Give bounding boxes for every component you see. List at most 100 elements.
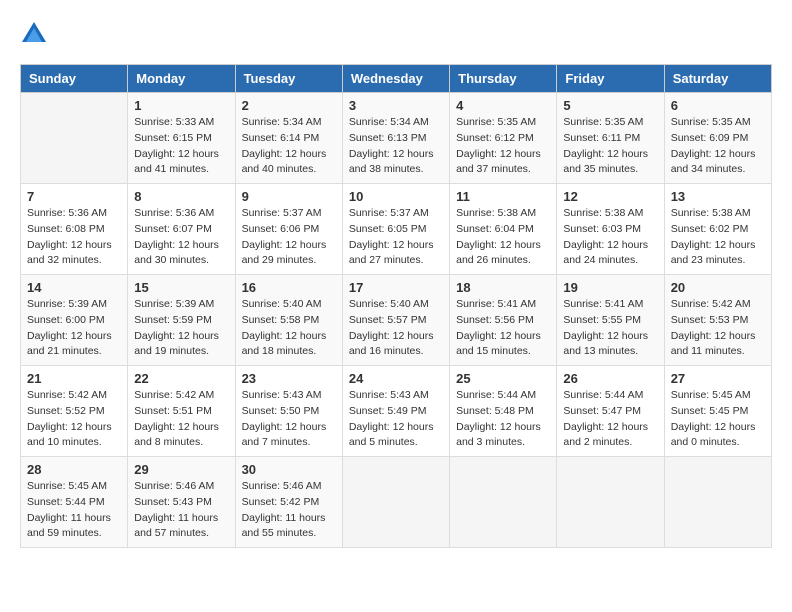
calendar-day-cell (342, 457, 449, 548)
calendar-day-cell: 27 Sunrise: 5:45 AMSunset: 5:45 PMDayligh… (664, 366, 771, 457)
page-header (20, 20, 772, 48)
day-info: Sunrise: 5:39 AMSunset: 6:00 PMDaylight:… (27, 297, 121, 360)
day-info: Sunrise: 5:34 AMSunset: 6:13 PMDaylight:… (349, 115, 443, 178)
calendar-day-cell: 8Sunrise: 5:36 AMSunset: 6:07 PMDaylight… (128, 184, 235, 275)
day-info: Sunrise: 5:44 AMSunset: 5:48 PMDaylight:… (456, 388, 550, 451)
calendar-day-cell: 13 Sunrise: 5:38 AMSunset: 6:02 PMDayligh… (664, 184, 771, 275)
calendar-day-cell: 12 Sunrise: 5:38 AMSunset: 6:03 PMDayligh… (557, 184, 664, 275)
calendar-week-row: 14 Sunrise: 5:39 AMSunset: 6:00 PMDayligh… (21, 275, 772, 366)
calendar-day-cell: 30 Sunrise: 5:46 AMSunset: 5:42 PMDayligh… (235, 457, 342, 548)
weekday-header: Monday (128, 65, 235, 93)
logo-icon (20, 20, 48, 48)
calendar-day-cell: 18 Sunrise: 5:41 AMSunset: 5:56 PMDayligh… (450, 275, 557, 366)
day-info: Sunrise: 5:43 AMSunset: 5:49 PMDaylight:… (349, 388, 443, 451)
day-info: Sunrise: 5:41 AMSunset: 5:56 PMDaylight:… (456, 297, 550, 360)
day-info: Sunrise: 5:46 AMSunset: 5:42 PMDaylight:… (242, 479, 336, 542)
day-info: Sunrise: 5:43 AMSunset: 5:50 PMDaylight:… (242, 388, 336, 451)
day-number: 12 (563, 189, 657, 204)
day-info: Sunrise: 5:38 AMSunset: 6:02 PMDaylight:… (671, 206, 765, 269)
calendar-day-cell: 29 Sunrise: 5:46 AMSunset: 5:43 PMDayligh… (128, 457, 235, 548)
day-info: Sunrise: 5:42 AMSunset: 5:52 PMDaylight:… (27, 388, 121, 451)
calendar-day-cell: 23 Sunrise: 5:43 AMSunset: 5:50 PMDayligh… (235, 366, 342, 457)
calendar-day-cell: 28Sunrise: 5:45 AMSunset: 5:44 PMDayligh… (21, 457, 128, 548)
day-info: Sunrise: 5:36 AMSunset: 6:08 PMDaylight:… (27, 206, 121, 269)
day-info: Sunrise: 5:46 AMSunset: 5:43 PMDaylight:… (134, 479, 228, 542)
day-number: 6 (671, 98, 765, 113)
calendar-day-cell: 11 Sunrise: 5:38 AMSunset: 6:04 PMDayligh… (450, 184, 557, 275)
day-number: 27 (671, 371, 765, 386)
calendar-day-cell: 6 Sunrise: 5:35 AMSunset: 6:09 PMDaylight… (664, 93, 771, 184)
day-number: 21 (27, 371, 121, 386)
calendar-day-cell: 3 Sunrise: 5:34 AMSunset: 6:13 PMDaylight… (342, 93, 449, 184)
day-number: 25 (456, 371, 550, 386)
calendar-day-cell: 24Sunrise: 5:43 AMSunset: 5:49 PMDayligh… (342, 366, 449, 457)
calendar-day-cell: 19 Sunrise: 5:41 AMSunset: 5:55 PMDayligh… (557, 275, 664, 366)
day-number: 5 (563, 98, 657, 113)
calendar-day-cell (557, 457, 664, 548)
day-info: Sunrise: 5:38 AMSunset: 6:03 PMDaylight:… (563, 206, 657, 269)
calendar-week-row: 7 Sunrise: 5:36 AMSunset: 6:08 PMDaylight… (21, 184, 772, 275)
logo (20, 20, 52, 48)
calendar-day-cell: 4 Sunrise: 5:35 AMSunset: 6:12 PMDaylight… (450, 93, 557, 184)
day-info: Sunrise: 5:42 AMSunset: 5:51 PMDaylight:… (134, 388, 228, 451)
day-info: Sunrise: 5:34 AMSunset: 6:14 PMDaylight:… (242, 115, 336, 178)
day-info: Sunrise: 5:35 AMSunset: 6:09 PMDaylight:… (671, 115, 765, 178)
day-number: 1 (134, 98, 228, 113)
calendar-week-row: 1 Sunrise: 5:33 AMSunset: 6:15 PMDaylight… (21, 93, 772, 184)
day-info: Sunrise: 5:44 AMSunset: 5:47 PMDaylight:… (563, 388, 657, 451)
day-info: Sunrise: 5:37 AMSunset: 6:05 PMDaylight:… (349, 206, 443, 269)
day-number: 19 (563, 280, 657, 295)
day-info: Sunrise: 5:40 AMSunset: 5:57 PMDaylight:… (349, 297, 443, 360)
day-number: 23 (242, 371, 336, 386)
calendar-day-cell: 17 Sunrise: 5:40 AMSunset: 5:57 PMDayligh… (342, 275, 449, 366)
weekday-header: Saturday (664, 65, 771, 93)
day-number: 22 (134, 371, 228, 386)
day-number: 29 (134, 462, 228, 477)
day-number: 7 (27, 189, 121, 204)
day-number: 17 (349, 280, 443, 295)
weekday-header: Friday (557, 65, 664, 93)
day-info: Sunrise: 5:45 AMSunset: 5:45 PMDaylight:… (671, 388, 765, 451)
calendar-day-cell: 14 Sunrise: 5:39 AMSunset: 6:00 PMDayligh… (21, 275, 128, 366)
day-number: 14 (27, 280, 121, 295)
calendar-day-cell: 21 Sunrise: 5:42 AMSunset: 5:52 PMDayligh… (21, 366, 128, 457)
calendar-day-cell: 16Sunrise: 5:40 AMSunset: 5:58 PMDayligh… (235, 275, 342, 366)
calendar-day-cell: 10 Sunrise: 5:37 AMSunset: 6:05 PMDayligh… (342, 184, 449, 275)
calendar-day-cell: 5 Sunrise: 5:35 AMSunset: 6:11 PMDaylight… (557, 93, 664, 184)
weekday-header: Wednesday (342, 65, 449, 93)
day-number: 3 (349, 98, 443, 113)
calendar-day-cell: 15 Sunrise: 5:39 AMSunset: 5:59 PMDayligh… (128, 275, 235, 366)
weekday-header: Sunday (21, 65, 128, 93)
day-number: 11 (456, 189, 550, 204)
calendar-day-cell (21, 93, 128, 184)
day-info: Sunrise: 5:42 AMSunset: 5:53 PMDaylight:… (671, 297, 765, 360)
calendar-day-cell: 1 Sunrise: 5:33 AMSunset: 6:15 PMDaylight… (128, 93, 235, 184)
calendar-header-row: SundayMondayTuesdayWednesdayThursdayFrid… (21, 65, 772, 93)
calendar-day-cell (450, 457, 557, 548)
day-number: 9 (242, 189, 336, 204)
calendar-day-cell: 20Sunrise: 5:42 AMSunset: 5:53 PMDayligh… (664, 275, 771, 366)
calendar-day-cell: 22 Sunrise: 5:42 AMSunset: 5:51 PMDayligh… (128, 366, 235, 457)
day-number: 28 (27, 462, 121, 477)
day-number: 10 (349, 189, 443, 204)
day-info: Sunrise: 5:33 AMSunset: 6:15 PMDaylight:… (134, 115, 228, 178)
day-info: Sunrise: 5:39 AMSunset: 5:59 PMDaylight:… (134, 297, 228, 360)
day-info: Sunrise: 5:38 AMSunset: 6:04 PMDaylight:… (456, 206, 550, 269)
day-number: 26 (563, 371, 657, 386)
day-number: 2 (242, 98, 336, 113)
day-info: Sunrise: 5:35 AMSunset: 6:11 PMDaylight:… (563, 115, 657, 178)
calendar-day-cell: 25 Sunrise: 5:44 AMSunset: 5:48 PMDayligh… (450, 366, 557, 457)
day-number: 4 (456, 98, 550, 113)
calendar-day-cell: 9 Sunrise: 5:37 AMSunset: 6:06 PMDaylight… (235, 184, 342, 275)
calendar-day-cell: 7 Sunrise: 5:36 AMSunset: 6:08 PMDaylight… (21, 184, 128, 275)
day-info: Sunrise: 5:35 AMSunset: 6:12 PMDaylight:… (456, 115, 550, 178)
calendar-table: SundayMondayTuesdayWednesdayThursdayFrid… (20, 64, 772, 548)
day-number: 15 (134, 280, 228, 295)
day-number: 18 (456, 280, 550, 295)
weekday-header: Tuesday (235, 65, 342, 93)
day-number: 30 (242, 462, 336, 477)
day-info: Sunrise: 5:37 AMSunset: 6:06 PMDaylight:… (242, 206, 336, 269)
calendar-day-cell (664, 457, 771, 548)
day-info: Sunrise: 5:41 AMSunset: 5:55 PMDaylight:… (563, 297, 657, 360)
day-number: 13 (671, 189, 765, 204)
